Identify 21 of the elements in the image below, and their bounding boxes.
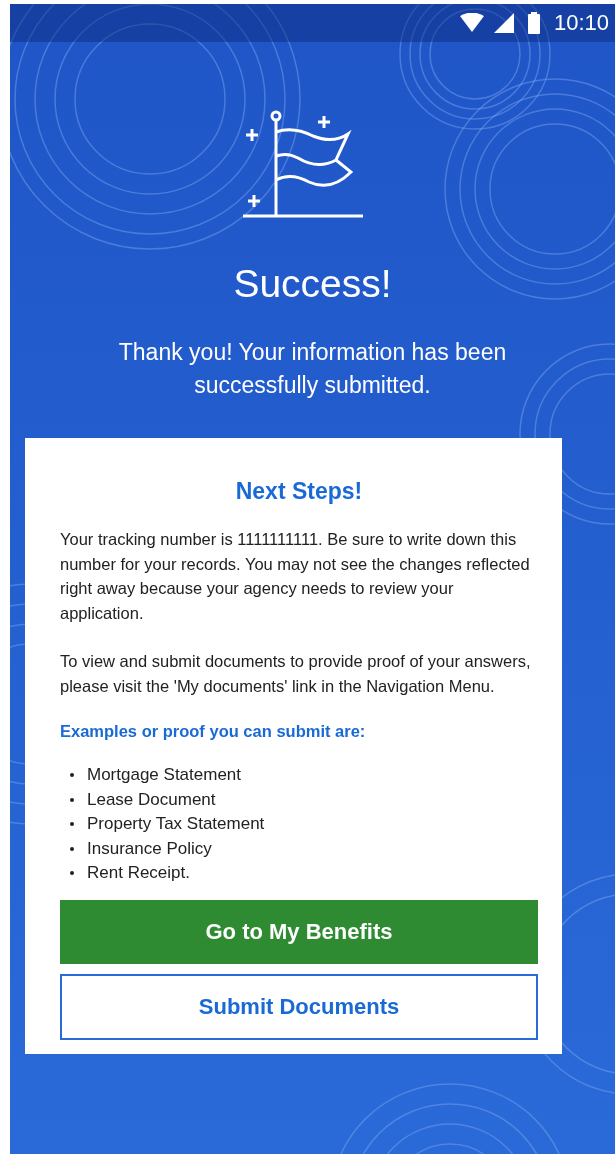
list-item-text: Mortgage Statement [87,765,242,786]
list-item-text: Insurance Policy [87,838,212,859]
bullet-icon [70,797,74,802]
list-item-text: Rent Receipt. [87,863,190,884]
paragraph-text: To view and submit documents to provide proof of your answers, please visit the 'My documents' link in the Navigation Menu. [60,651,532,697]
bullet-icon [70,822,74,827]
benefits-button[interactable]: Go to My Benefits [60,899,538,964]
card-title: Next Steps! [234,478,364,505]
examples-heading: Examples or proof you can submit are: [60,722,367,741]
success-title: Success! [233,262,392,306]
success-message: Thank you! Your information has been successfully submitted. [117,338,508,400]
bullet-icon [70,871,74,876]
bullet-icon [70,846,74,851]
clock-time: 10:10 [553,10,609,36]
submit-documents-button[interactable]: Submit Documents [60,973,538,1040]
list-item-text: Lease Document [87,789,216,810]
list-item-text: Property Tax Statement [87,814,265,835]
bullet-icon [70,773,74,778]
battery-icon [527,12,540,34]
wifi-icon [459,13,484,33]
paragraph-text: Your tracking number is 1111111111. Be sure to write down this number for your records. You may not see the changes reflected right away because your agency needs to review your application. [60,529,531,624]
